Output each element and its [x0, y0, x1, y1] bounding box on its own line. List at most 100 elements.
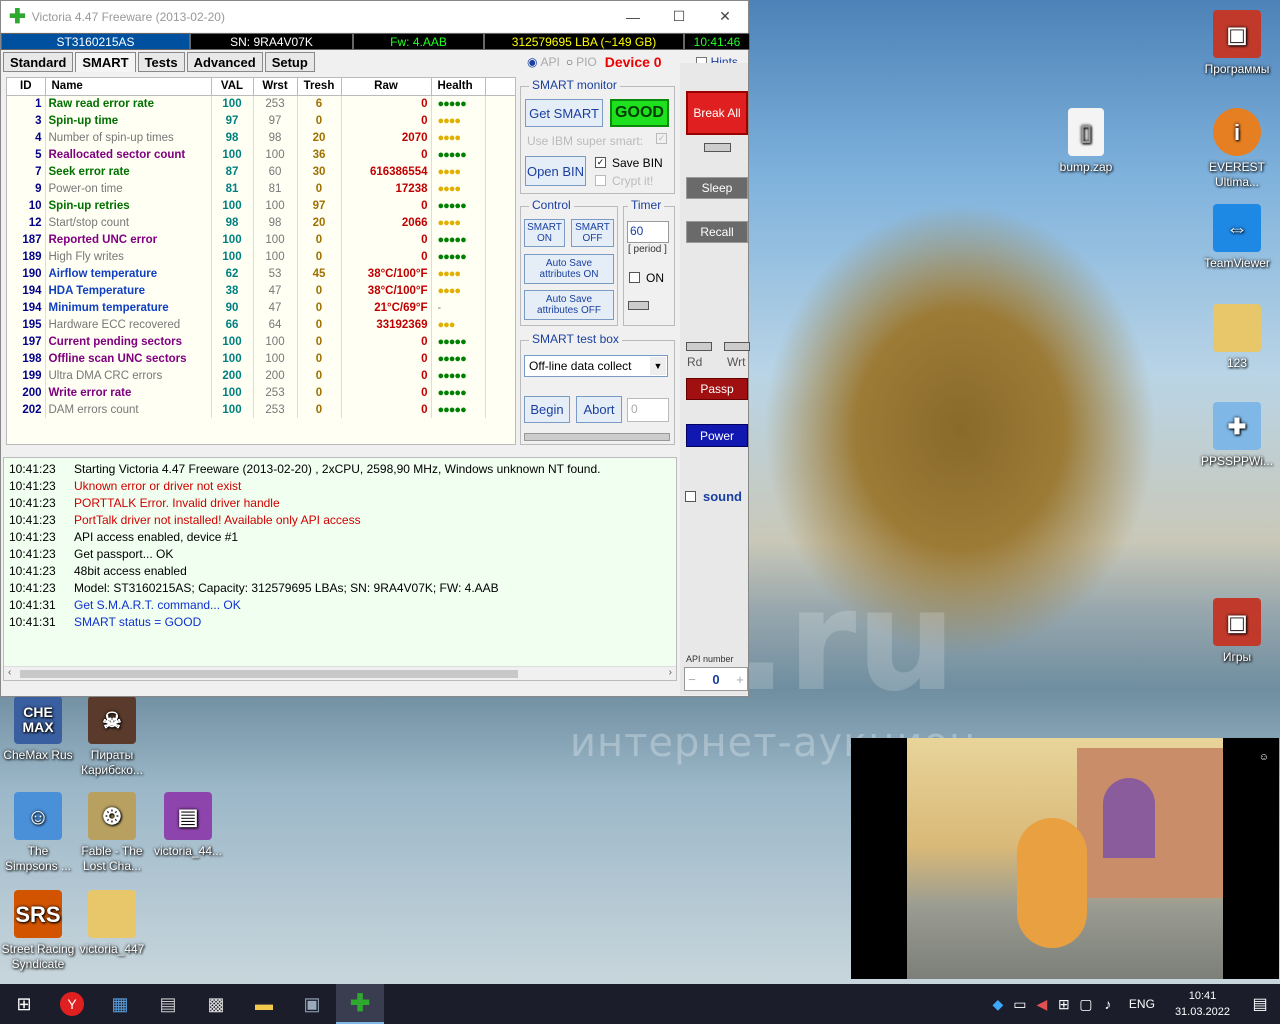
table-row[interactable]: 1 Raw read error rate 100 253 6 0 ●●●●● [7, 95, 515, 112]
taskbar-clock[interactable]: 10:41 31.03.2022 [1175, 988, 1230, 1020]
tab-smart[interactable]: SMART [75, 52, 136, 72]
desktop-icon-chemax[interactable]: CHE MAX CheMax Rus [0, 696, 76, 763]
col-id[interactable]: ID [7, 78, 46, 96]
video-player[interactable]: ☺ [851, 738, 1279, 979]
table-row[interactable]: 202 DAM errors count 100 253 0 0 ●●●●● [7, 401, 515, 418]
log-horizontal-scrollbar[interactable]: ‹ › [4, 666, 676, 680]
table-row[interactable]: 199 Ultra DMA CRC errors 200 200 0 0 ●●●●● [7, 367, 515, 384]
table-row[interactable]: 9 Power-on time 81 81 0 17238 ●●●● [7, 180, 515, 197]
smart-off-button[interactable]: SMART OFF [571, 219, 614, 247]
table-row[interactable]: 3 Spin-up time 97 97 0 0 ●●●● [7, 112, 515, 129]
victoria-taskbar-icon[interactable]: ✚ [336, 984, 384, 1024]
scroll-left-icon[interactable]: ‹ [8, 667, 11, 678]
passp-button[interactable]: Passp [686, 378, 748, 400]
notifications-icon[interactable]: ▤ [1240, 984, 1280, 1024]
pio-radio[interactable]: ○ [566, 55, 573, 69]
desktop-icon-pirates[interactable]: ☠ Пираты Карибско... [74, 696, 150, 778]
recall-button[interactable]: Recall [686, 221, 748, 243]
desktop-icon-bump-zap[interactable]: ▯ bump.zap [1048, 108, 1124, 175]
calculator-icon[interactable]: ▤ [144, 984, 192, 1024]
title-bar[interactable]: ✚ Victoria 4.47 Freeware (2013-02-20) — … [1, 1, 748, 32]
timer-input[interactable]: 60 [627, 221, 669, 243]
table-row[interactable]: 198 Offline scan UNC sectors 100 100 0 0 ●●●●● [7, 350, 515, 367]
get-smart-button[interactable]: Get SMART [525, 99, 603, 127]
col-tresh[interactable]: Tresh [297, 78, 342, 96]
table-row[interactable]: 195 Hardware ECC recovered 66 64 0 33192369 ●●… [7, 316, 515, 333]
test-type-select[interactable]: Off-line data collect ▼ [524, 355, 668, 377]
plus-icon[interactable]: + [733, 672, 747, 687]
sound-checkbox[interactable] [685, 491, 696, 502]
begin-button[interactable]: Begin [524, 396, 570, 423]
api-radio[interactable]: ◉ [527, 55, 537, 69]
desktop-icon-ppsspp[interactable]: ✚ PPSSPPWi... [1199, 402, 1275, 469]
table-row[interactable]: 200 Write error rate 100 253 0 0 ●●●●● [7, 384, 515, 401]
desktop-icon-123[interactable]: 123 [1199, 304, 1275, 371]
maximize-button[interactable]: ☐ [656, 1, 702, 32]
col-health[interactable]: Health [431, 78, 486, 96]
test-progress-input[interactable]: 0 [627, 398, 669, 422]
log-panel[interactable]: 10:41:23 Starting Victoria 4.47 Freeware … [3, 457, 677, 681]
api-number-spinner[interactable]: − 0 + [684, 667, 748, 691]
desktop-icon-games[interactable]: ▣ Игры [1199, 598, 1275, 665]
table-row[interactable]: 194 HDA Temperature 38 47 0 38°C/100°F ●●●● [7, 282, 515, 299]
desktop-icon-victoria-rar[interactable]: ▤ victoria_44... [150, 792, 226, 859]
table-row[interactable]: 10 Spin-up retries 100 100 97 0 ●●●●● [7, 197, 515, 214]
scroll-right-icon[interactable]: › [669, 667, 672, 678]
minimize-button[interactable]: — [610, 1, 656, 32]
tray-display-icon[interactable]: ▢ [1075, 984, 1097, 1024]
col-wrst[interactable]: Wrst [253, 78, 298, 96]
control-panel-icon[interactable]: ▦ [96, 984, 144, 1024]
ibm-super-smart-checkbox[interactable]: ✓ [656, 133, 667, 144]
desktop-icon-srs[interactable]: SRS Street Racing Syndicate [0, 890, 76, 972]
desktop-icon-fable[interactable]: ❂ Fable - The Lost Cha... [74, 792, 150, 874]
table-row[interactable]: 197 Current pending sectors 100 100 0 0 ●●●●● [7, 333, 515, 350]
tab-tests[interactable]: Tests [137, 52, 185, 72]
table-row[interactable]: 189 High Fly writes 100 100 0 0 ●●●●● [7, 248, 515, 265]
language-indicator[interactable]: ENG [1129, 997, 1155, 1011]
power-button[interactable]: Power [686, 424, 748, 447]
col-name[interactable]: Name [45, 78, 212, 96]
start-button[interactable]: ⊞ [0, 984, 48, 1024]
volume-icon[interactable]: ♪ [1097, 984, 1119, 1024]
smart-on-button[interactable]: SMART ON [524, 219, 565, 247]
autosave-on-button[interactable]: Auto Save attributes ON [524, 254, 614, 284]
device-label[interactable]: Device 0 [605, 54, 662, 70]
col-raw[interactable]: Raw [341, 78, 432, 96]
sleep-button[interactable]: Sleep [686, 177, 748, 199]
tray-network-icon[interactable]: ⊞ [1053, 984, 1075, 1024]
close-button[interactable]: ✕ [702, 1, 748, 32]
minus-icon[interactable]: − [685, 672, 699, 687]
yandex-browser-icon[interactable]: Y [48, 984, 96, 1024]
tray-app-icon[interactable]: ◆ [987, 984, 1009, 1024]
col-val[interactable]: VAL [211, 78, 254, 96]
scroll-thumb[interactable] [20, 670, 518, 678]
tab-advanced[interactable]: Advanced [186, 52, 263, 72]
desktop-icon-simpsons[interactable]: ☺ The Simpsons ... [0, 792, 76, 874]
desktop-icon-everest[interactable]: i EVEREST Ultima... [1199, 108, 1275, 190]
chevron-down-icon[interactable]: ▼ [650, 357, 666, 375]
table-row[interactable]: 4 Number of spin-up times 98 98 20 2070 ●●●● [7, 129, 515, 146]
crypt-checkbox[interactable] [595, 175, 606, 186]
tab-standard[interactable]: Standard [3, 52, 74, 72]
victoria-window[interactable]: ✚ Victoria 4.47 Freeware (2013-02-20) — … [0, 0, 750, 697]
tray-device-icon[interactable]: ▭ [1009, 984, 1031, 1024]
break-all-button[interactable]: Break All [686, 91, 748, 135]
table-row[interactable]: 194 Minimum temperature 90 47 0 21°C/69°F - [7, 299, 515, 316]
table-row[interactable]: 5 Reallocated sector count 100 100 36 0 ●●●●● [7, 146, 515, 163]
save-bin-checkbox[interactable]: ✓ [595, 157, 606, 168]
remote-desktop-icon[interactable]: ▣ [288, 984, 336, 1024]
table-row[interactable]: 12 Start/stop count 98 98 20 2066 ●●●● [7, 214, 515, 231]
tab-setup[interactable]: Setup [264, 52, 315, 72]
open-bin-button[interactable]: Open BIN [525, 156, 586, 186]
tray-alert-icon[interactable]: ◀ [1031, 984, 1053, 1024]
desktop-icon-victoria-folder[interactable]: victoria_447 [74, 890, 150, 957]
table-row[interactable]: 7 Seek error rate 87 60 30 616386554 ●●●● [7, 163, 515, 180]
autosave-off-button[interactable]: Auto Save attributes OFF [524, 290, 614, 320]
table-row[interactable]: 187 Reported UNC error 100 100 0 0 ●●●●● [7, 231, 515, 248]
file-explorer-icon[interactable]: ▬ [240, 984, 288, 1024]
desktop-icon-teamviewer[interactable]: ⇔ TeamViewer [1199, 204, 1275, 271]
media-player-icon[interactable]: ▩ [192, 984, 240, 1024]
table-row[interactable]: 190 Airflow temperature 62 53 45 38°C/100°F ●●… [7, 265, 515, 282]
timer-on-checkbox[interactable] [629, 272, 640, 283]
abort-button[interactable]: Abort [576, 396, 622, 423]
